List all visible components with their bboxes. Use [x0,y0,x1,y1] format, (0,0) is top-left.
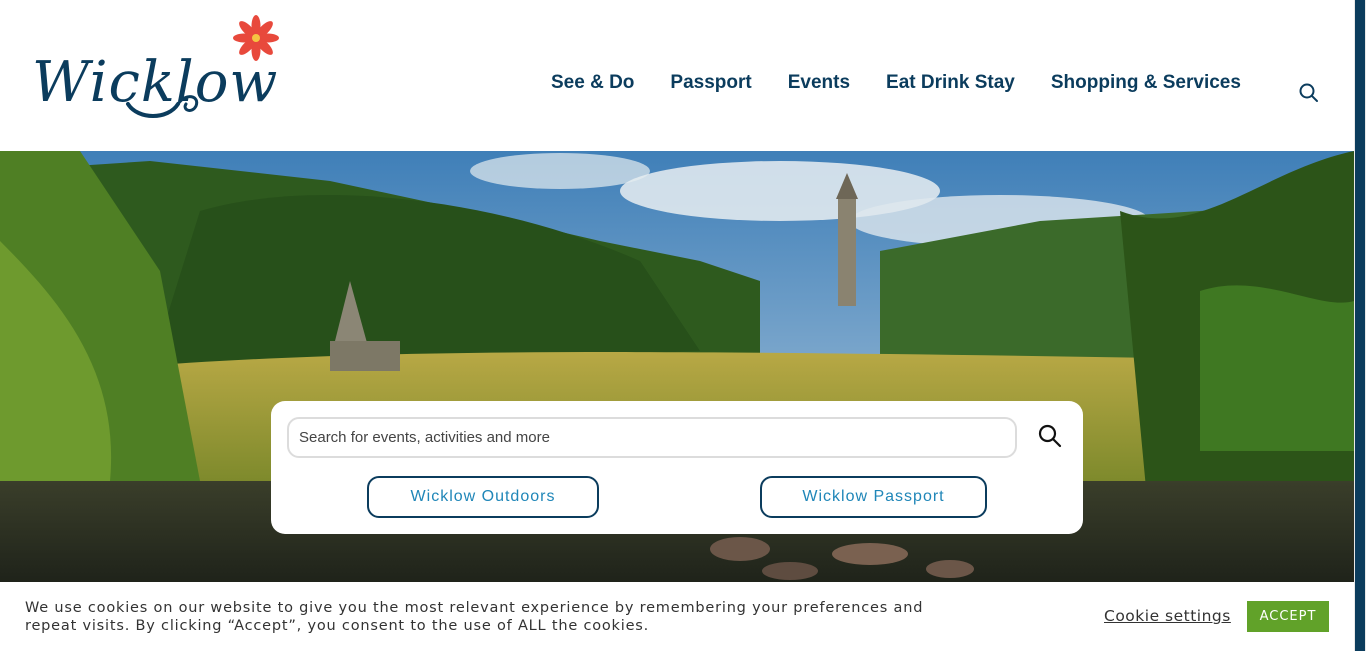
search-input[interactable] [287,417,1017,458]
scrollbar-thumb[interactable] [1355,0,1365,651]
page: Wicklow See & Do Passport Events Eat Dri… [0,0,1354,651]
main-nav: See & Do Passport Events Eat Drink Stay … [551,72,1277,94]
hero-search-card: Wicklow Outdoors Wicklow Passport [271,401,1083,534]
nav-item-events[interactable]: Events [788,72,850,94]
wicklow-passport-button[interactable]: Wicklow Passport [760,476,987,518]
wicklow-outdoors-button[interactable]: Wicklow Outdoors [367,476,599,518]
flower-icon [233,15,279,61]
cookie-banner: We use cookies on our website to give yo… [0,582,1354,651]
nav-item-passport[interactable]: Passport [670,72,751,94]
search-icon[interactable] [1298,82,1320,104]
nav-item-shopping-services[interactable]: Shopping & Services [1051,72,1241,94]
site-header: Wicklow See & Do Passport Events Eat Dri… [0,0,1354,151]
nav-item-see-do[interactable]: See & Do [551,72,634,94]
nav-item-eat-drink-stay[interactable]: Eat Drink Stay [886,72,1015,94]
cookie-settings-link[interactable]: Cookie settings [1104,607,1231,625]
search-icon[interactable] [1037,423,1063,449]
site-logo[interactable]: Wicklow [28,12,288,122]
accept-button[interactable]: ACCEPT [1247,601,1329,632]
cookie-message: We use cookies on our website to give yo… [25,600,924,634]
